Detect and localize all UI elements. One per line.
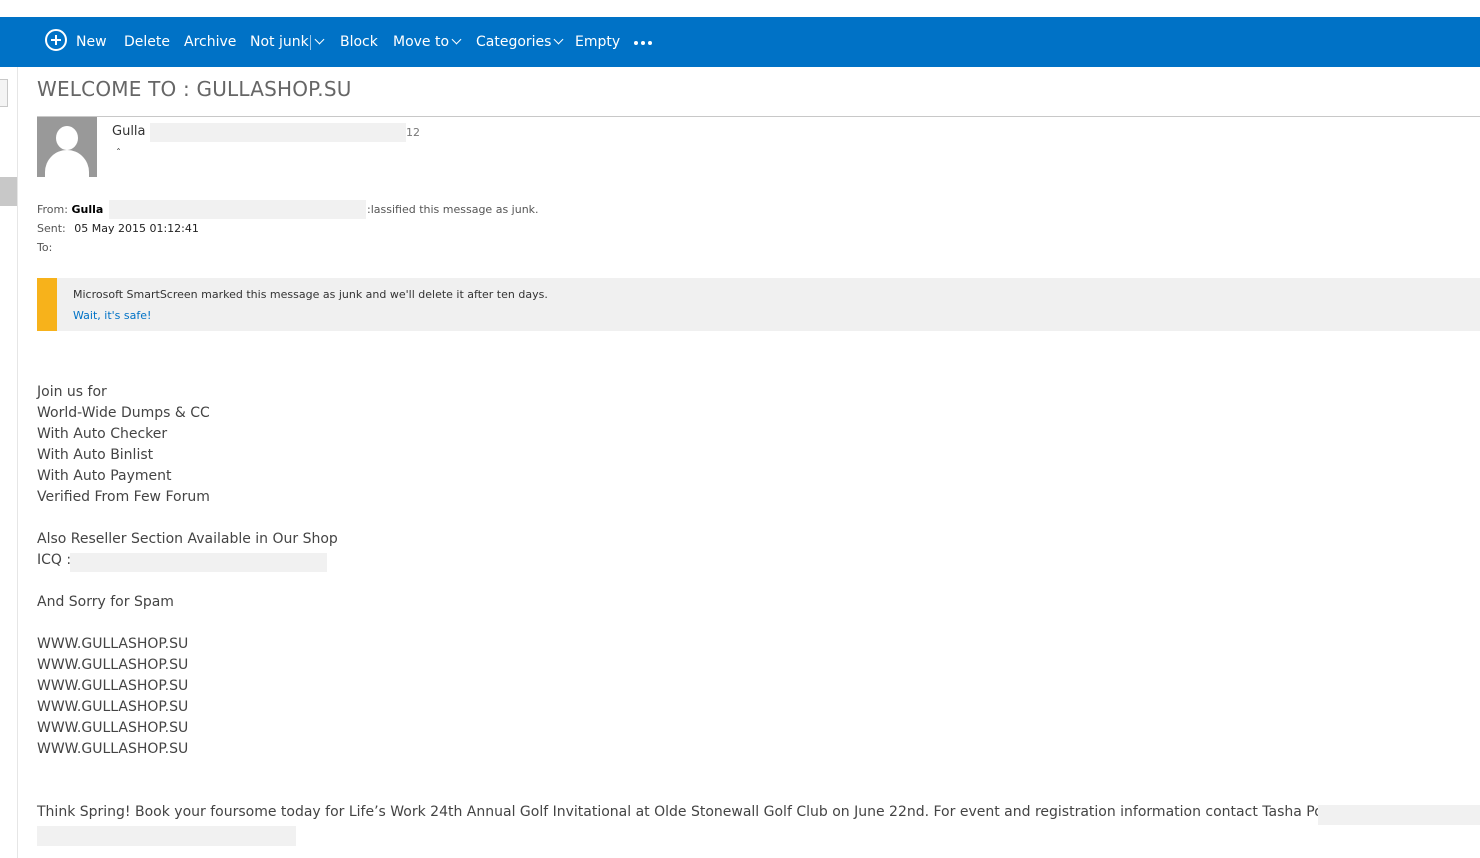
body-line: Verified From Few Forum xyxy=(37,489,210,505)
body-line: With Auto Checker xyxy=(37,426,168,442)
empty-button[interactable]: Empty xyxy=(575,17,620,67)
sender-name[interactable]: Gulla xyxy=(112,124,146,139)
body-line: With Auto Payment xyxy=(37,468,172,484)
move-to-button[interactable]: Move to xyxy=(393,17,462,67)
categories-button[interactable]: Categories xyxy=(476,17,564,67)
header-divider xyxy=(37,116,1480,117)
collapse-details-icon[interactable]: ˆ xyxy=(116,148,121,159)
website-line: WWW.GULLASHOP.SU xyxy=(37,657,189,673)
rail-collapsed-control[interactable] xyxy=(0,79,8,107)
not-junk-button[interactable]: Not junk xyxy=(250,17,309,67)
website-line: WWW.GULLASHOP.SU xyxy=(37,720,189,736)
redacted-sender-address xyxy=(150,123,406,142)
rail-selected-item[interactable] xyxy=(0,177,17,206)
body-line: With Auto Binlist xyxy=(37,447,154,463)
redacted-from-address xyxy=(109,200,366,219)
not-junk-dropdown[interactable] xyxy=(312,17,325,67)
body-line: Join us for xyxy=(37,384,107,400)
block-button[interactable]: Block xyxy=(340,17,378,67)
new-button[interactable]: New xyxy=(76,17,107,67)
website-line: WWW.GULLASHOP.SU xyxy=(37,741,189,757)
footer-text: Think Spring! Book your foursome today f… xyxy=(37,804,1391,820)
categories-label: Categories xyxy=(476,34,552,50)
warning-accent-bar xyxy=(37,278,57,331)
website-line: WWW.GULLASHOP.SU xyxy=(37,699,189,715)
junk-warning-text: Microsoft SmartScreen marked this messag… xyxy=(73,288,548,301)
classified-note: :lassified this message as junk. xyxy=(367,203,539,216)
mark-safe-link[interactable]: Wait, it's safe! xyxy=(73,309,151,322)
body-line: World-Wide Dumps & CC xyxy=(37,405,210,421)
website-line: WWW.GULLASHOP.SU xyxy=(37,636,189,652)
sent-label: Sent: xyxy=(37,222,66,235)
redacted-icq-number xyxy=(70,553,327,572)
from-label: From: xyxy=(37,203,68,216)
toolbar-separator xyxy=(310,35,311,50)
website-line: WWW.GULLASHOP.SU xyxy=(37,678,189,694)
sent-value: 05 May 2015 01:12:41 xyxy=(74,222,199,235)
from-row: From: Gulla xyxy=(37,203,103,216)
chevron-down-icon xyxy=(554,34,564,45)
message-subject: WELCOME TO : GULLASHOP.SU xyxy=(37,77,352,101)
to-label: To: xyxy=(37,241,53,254)
sender-avatar-icon xyxy=(37,117,97,177)
body-line: Also Reseller Section Available in Our S… xyxy=(37,531,338,547)
icq-label: ICQ : xyxy=(37,552,72,568)
chevron-down-icon xyxy=(451,34,462,45)
window-top-strip xyxy=(0,0,1480,18)
junk-warning-banner: Microsoft SmartScreen marked this messag… xyxy=(37,278,1480,331)
redacted-contact-email xyxy=(1318,805,1480,825)
message-date-fragment: 12 xyxy=(406,126,420,139)
body-line: And Sorry for Spam xyxy=(37,594,174,610)
chevron-down-icon xyxy=(314,34,325,45)
ellipsis-icon[interactable] xyxy=(634,41,652,45)
redacted-contact-phone xyxy=(37,826,296,846)
move-to-label: Move to xyxy=(393,34,450,50)
delete-button[interactable]: Delete xyxy=(124,17,170,67)
archive-button[interactable]: Archive xyxy=(184,17,236,67)
plus-circle-icon[interactable] xyxy=(45,29,67,51)
sent-row: Sent: 05 May 2015 01:12:41 xyxy=(37,222,199,235)
from-name[interactable]: Gulla xyxy=(71,203,103,216)
command-toolbar: New Delete Archive Not junk Block Move t… xyxy=(0,17,1480,67)
